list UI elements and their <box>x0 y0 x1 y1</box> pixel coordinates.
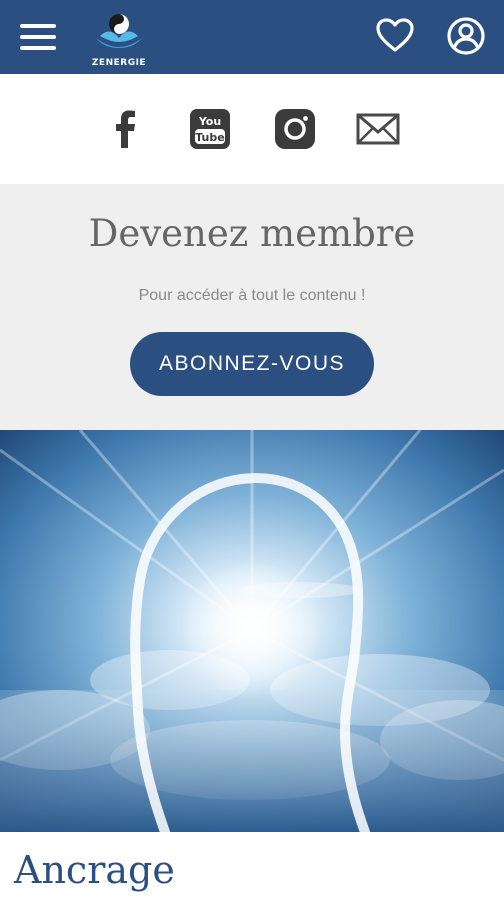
instagram-icon[interactable] <box>274 108 316 150</box>
article-title[interactable]: Ancrage <box>14 848 175 892</box>
menu-icon[interactable] <box>20 24 56 50</box>
logo-text: ZENERGIE <box>91 58 147 68</box>
membership-title: Devenez membre <box>88 212 416 255</box>
facebook-icon[interactable] <box>104 108 146 150</box>
mail-icon[interactable] <box>356 112 400 146</box>
youtube-you-text: You <box>198 115 221 128</box>
top-app-bar: ZENERGIE <box>0 0 504 74</box>
youtube-tube-text: Tube <box>195 131 224 144</box>
subscribe-button[interactable]: ABONNEZ-VOUS <box>130 332 374 396</box>
heart-icon[interactable] <box>376 18 414 54</box>
membership-section: Devenez membre Pour accéder à tout le co… <box>0 184 504 430</box>
logo[interactable]: ZENERGIE <box>86 8 152 70</box>
social-bar: You Tube <box>0 74 504 184</box>
membership-subtitle: Pour accéder à tout le contenu ! <box>138 287 366 304</box>
article-hero-image[interactable] <box>0 430 504 832</box>
youtube-icon[interactable]: You Tube <box>189 108 231 150</box>
user-icon[interactable] <box>446 16 486 56</box>
